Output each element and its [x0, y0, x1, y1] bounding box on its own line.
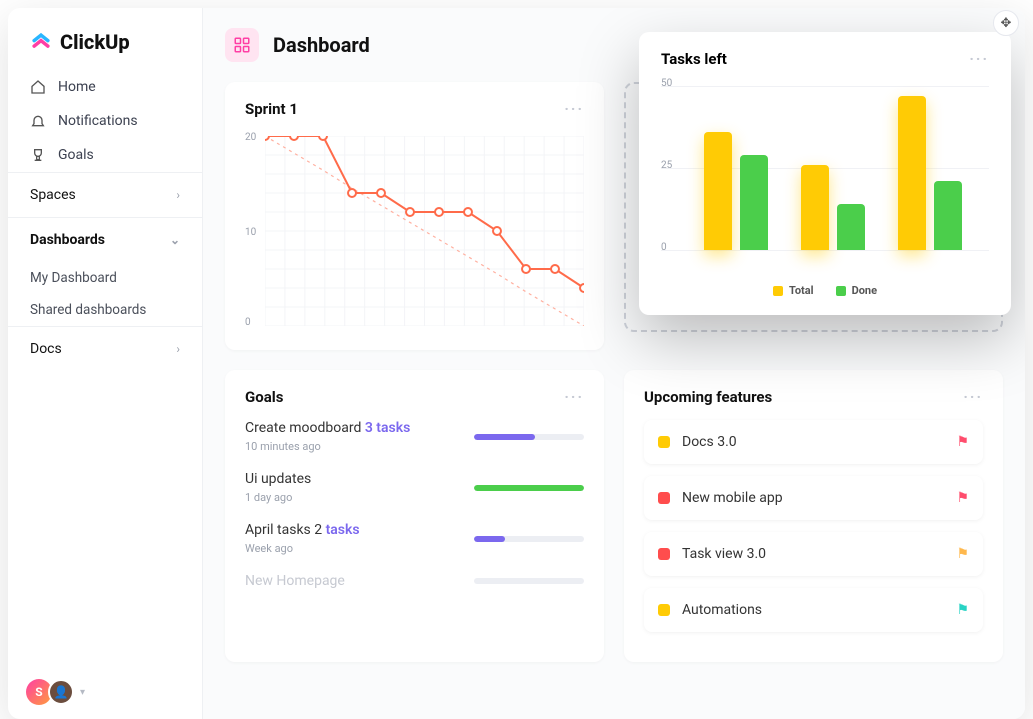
nav-goals[interactable]: Goals — [8, 138, 202, 172]
move-handle-icon[interactable]: ✥ — [993, 10, 1019, 36]
y-tick: 0 — [661, 242, 667, 253]
flag-icon[interactable]: ⚑ — [956, 602, 969, 618]
card-tasks-left[interactable]: Tasks left ··· 50 25 0 Total Done — [639, 32, 1011, 315]
card-title: Goals — [245, 388, 283, 406]
nav-notifications[interactable]: Notifications — [8, 104, 202, 138]
y-tick: 0 — [245, 317, 251, 328]
section-label: Spaces — [30, 187, 76, 203]
feature-item[interactable]: Automations ⚑ — [644, 588, 983, 632]
tasks-left-chart: 50 25 0 — [661, 78, 989, 278]
page-title: Dashboard — [273, 33, 370, 57]
card-goals: Goals ··· Create moodboard 3 tasks 10 mi… — [225, 370, 604, 662]
feature-label: Automations — [682, 602, 762, 618]
more-icon[interactable]: ··· — [963, 388, 983, 406]
legend-done: Done — [836, 284, 877, 297]
card-sprint: Sprint 1 ··· 20 10 0 — [225, 82, 604, 350]
bell-icon — [30, 113, 46, 129]
section-label: Dashboards — [30, 232, 105, 248]
card-upcoming: Upcoming features ··· Docs 3.0 ⚑ New mob… — [624, 370, 1003, 662]
more-icon[interactable]: ··· — [564, 388, 584, 406]
chevron-down-icon: ⌄ — [170, 233, 180, 247]
goal-title: Ui updates — [245, 471, 311, 487]
goal-title: New Homepage — [245, 573, 345, 589]
goal-timestamp: Week ago — [245, 542, 360, 555]
card-title: Tasks left — [661, 50, 727, 68]
goal-timestamp: 1 day ago — [245, 491, 311, 504]
home-icon — [30, 79, 46, 95]
goal-item[interactable]: Ui updates 1 day ago — [245, 471, 584, 504]
brand-logo[interactable]: ClickUp — [8, 8, 202, 70]
status-square-icon — [658, 492, 670, 504]
sidebar-item-shared-dashboards[interactable]: Shared dashboards — [8, 294, 202, 326]
sidebar-section-spaces[interactable]: Spaces › — [8, 172, 202, 217]
nav-label: Notifications — [58, 113, 138, 129]
avatar[interactable]: 👤 — [48, 679, 74, 705]
sidebar-section-docs[interactable]: Docs › — [8, 326, 202, 371]
goal-timestamp: 10 minutes ago — [245, 440, 410, 453]
status-square-icon — [658, 604, 670, 616]
y-tick: 25 — [661, 160, 672, 171]
user-avatars[interactable]: S 👤 ▾ — [26, 679, 85, 705]
goal-item[interactable]: New Homepage — [245, 573, 584, 589]
nav-home[interactable]: Home — [8, 70, 202, 104]
sidebar-item-my-dashboard[interactable]: My Dashboard — [8, 262, 202, 294]
goal-title: April tasks 2 tasks — [245, 522, 360, 538]
y-tick: 20 — [245, 132, 256, 143]
feature-label: Docs 3.0 — [682, 434, 737, 450]
bar-group — [801, 165, 865, 250]
bar-total — [898, 96, 926, 250]
feature-label: Task view 3.0 — [682, 546, 766, 562]
chevron-right-icon: › — [176, 188, 180, 202]
goal-item[interactable]: April tasks 2 tasks Week ago — [245, 522, 584, 555]
more-icon[interactable]: ··· — [564, 100, 584, 118]
card-title: Upcoming features — [644, 388, 772, 406]
chevron-right-icon: › — [176, 342, 180, 356]
sidebar: ClickUp Home Notifications Goals — [8, 8, 203, 719]
y-tick: 10 — [245, 227, 256, 238]
progress-bar — [474, 434, 584, 440]
feature-item[interactable]: Docs 3.0 ⚑ — [644, 420, 983, 464]
bar-total — [704, 132, 732, 250]
legend-total: Total — [773, 284, 814, 297]
status-square-icon — [658, 548, 670, 560]
goal-title: Create moodboard 3 tasks — [245, 420, 410, 436]
bar-done — [934, 181, 962, 250]
trophy-icon — [30, 147, 46, 163]
flag-icon[interactable]: ⚑ — [956, 490, 969, 506]
bar-group — [898, 96, 962, 250]
progress-bar — [474, 578, 584, 584]
bar-done — [837, 204, 865, 250]
chevron-down-icon: ▾ — [80, 687, 85, 698]
flag-icon[interactable]: ⚑ — [956, 546, 969, 562]
bar-total — [801, 165, 829, 250]
sidebar-section-dashboards[interactable]: Dashboards ⌄ — [8, 217, 202, 262]
dashboard-icon — [225, 28, 259, 62]
nav-label: Goals — [58, 147, 94, 163]
card-title: Sprint 1 — [245, 100, 298, 118]
section-label: Docs — [30, 341, 62, 357]
status-square-icon — [658, 436, 670, 448]
y-tick: 50 — [661, 78, 672, 89]
goal-item[interactable]: Create moodboard 3 tasks 10 minutes ago — [245, 420, 584, 453]
progress-bar — [474, 485, 584, 491]
feature-item[interactable]: Task view 3.0 ⚑ — [644, 532, 983, 576]
nav-label: Home — [58, 79, 96, 95]
bar-done — [740, 155, 768, 250]
progress-bar — [474, 536, 584, 542]
sprint-chart: 20 10 0 — [245, 132, 584, 332]
brand-name: ClickUp — [60, 30, 130, 54]
clickup-logo-icon — [30, 31, 52, 53]
more-icon[interactable]: ··· — [969, 50, 989, 68]
flag-icon[interactable]: ⚑ — [956, 434, 969, 450]
feature-label: New mobile app — [682, 490, 783, 506]
bar-group — [704, 132, 768, 250]
feature-item[interactable]: New mobile app ⚑ — [644, 476, 983, 520]
